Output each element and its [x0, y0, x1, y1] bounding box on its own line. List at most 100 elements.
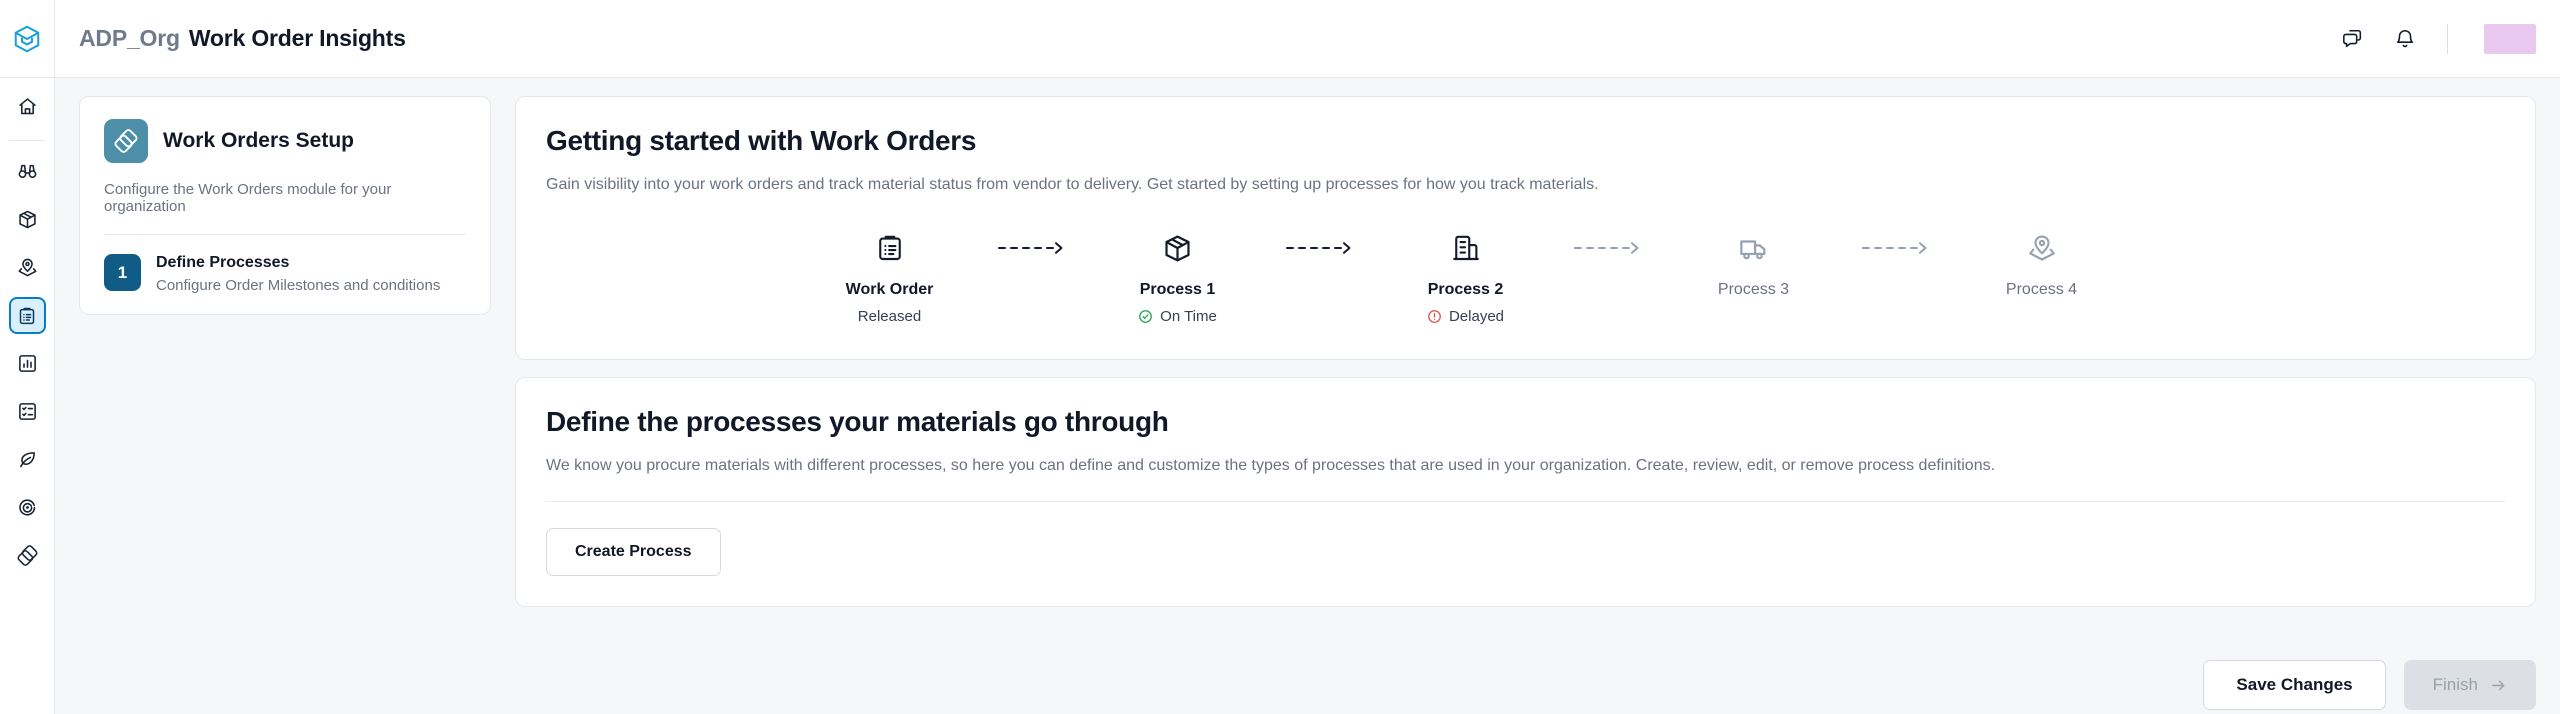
sidebar-item-work-orders[interactable]: [8, 297, 46, 334]
page-title-group: ADP_Org Work Order Insights: [55, 25, 406, 52]
flow-status-text: Released: [857, 308, 922, 325]
dashed-arrow-right-icon: [997, 242, 1062, 254]
flow-node-label: Process 3: [1717, 281, 1790, 298]
flow-node-process-4: Process 4: [1958, 227, 2126, 299]
flow-node-icon: [1162, 227, 1193, 269]
truck-icon: [1740, 239, 1766, 259]
sidebar-item-monitoring[interactable]: [9, 489, 46, 526]
header-actions: [2327, 13, 2560, 65]
page-title: Work Order Insights: [188, 25, 406, 51]
setup-card-subtitle: Configure the Work Orders module for you…: [104, 181, 466, 235]
define-processes-heading: Define the processes your materials go t…: [546, 406, 1169, 437]
finish-button-label: Finish: [2432, 675, 2478, 694]
flow-status-text: Delayed: [1448, 308, 1505, 325]
getting-started-heading: Getting started with Work Orders: [546, 125, 977, 156]
dashed-arrow-right-icon: [1285, 242, 1350, 254]
define-processes-panel: Define the processes your materials go t…: [515, 377, 2536, 607]
setup-card-icon: [104, 119, 148, 163]
brand-logo[interactable]: [0, 0, 55, 77]
bell-icon: [2396, 29, 2414, 47]
flow-node-icon: [1451, 227, 1481, 269]
factory-icon: [1452, 235, 1479, 261]
flow-node-process-3: Process 3: [1670, 227, 1838, 299]
define-processes-description: We know you procure materials with diffe…: [546, 457, 1996, 474]
task-list-icon: [18, 403, 36, 420]
sidebar-item-tracking[interactable]: [9, 249, 46, 286]
chat-bubbles-icon: [2343, 29, 2362, 47]
alert-circle-icon: [1428, 310, 1441, 323]
flow-node-icon: [1738, 227, 1769, 269]
left-nav-rail: [0, 78, 55, 714]
package-icon: [18, 210, 36, 229]
sidebar-item-modules[interactable]: [9, 537, 46, 574]
step-subtitle: Configure Order Milestones and condition…: [156, 277, 441, 294]
sidebar-item-analytics[interactable]: [9, 345, 46, 382]
bar-chart-icon: [18, 355, 36, 372]
main-content: Work Orders Setup Configure the Work Ord…: [55, 78, 2560, 714]
cube-logo-icon: [14, 25, 40, 52]
messages-button[interactable]: [2327, 13, 2379, 65]
org-name: ADP_Org: [79, 25, 180, 51]
sidebar-item-home[interactable]: [9, 88, 46, 125]
flow-node-work-order: Work Order Released: [806, 227, 974, 325]
flow-node-process-1: Process 1 On Time: [1094, 227, 1262, 325]
right-column: Getting started with Work Orders Gain vi…: [515, 96, 2536, 714]
panel-divider: [546, 501, 2505, 502]
package-icon: [1165, 235, 1190, 261]
flow-node-status: Delayed: [1427, 308, 1504, 325]
dashed-arrow-right-icon: [1861, 242, 1926, 254]
getting-started-description: Gain visibility into your work orders an…: [546, 176, 1599, 193]
setup-card-title: Work Orders Setup: [163, 129, 354, 152]
clipboard-icon: [878, 235, 901, 261]
flow-node-label: Process 2: [1427, 281, 1504, 298]
location-pin-icon: [17, 258, 37, 277]
flow-node-icon: [875, 227, 905, 269]
flow-node-label: Work Order: [845, 281, 934, 298]
finish-button[interactable]: Finish: [2403, 660, 2536, 710]
step-text-group: Define Processes Configure Order Milesto…: [156, 254, 440, 294]
sidebar-item-discover[interactable]: [9, 153, 46, 190]
setup-step-define-processes[interactable]: 1 Define Processes Configure Order Miles…: [104, 254, 466, 294]
flow-node-process-2: Process 2 Delayed: [1382, 227, 1550, 325]
step-number-badge: 1: [104, 254, 141, 291]
leaf-icon: [19, 452, 35, 468]
work-order-flow-diagram: Work Order Released Process 1 On Time Pr…: [546, 227, 2505, 325]
avatar[interactable]: [2484, 23, 2536, 54]
arrow-right-icon: [2492, 680, 2505, 690]
clipboard-icon: [19, 307, 35, 324]
binoculars-icon: [18, 164, 36, 179]
create-process-button[interactable]: Create Process: [546, 528, 721, 576]
flow-status-text: On Time: [1160, 308, 1217, 325]
footer-actions: Save Changes Finish: [515, 624, 2536, 710]
flow-node-status: On Time: [1138, 308, 1217, 325]
target-scan-icon: [18, 499, 35, 516]
location-pin-icon: [2028, 235, 2055, 261]
flow-arrow-2: [1262, 227, 1382, 269]
save-changes-button[interactable]: Save Changes: [2203, 660, 2386, 710]
flow-arrow-1: [974, 227, 1094, 269]
rail-divider: [8, 140, 46, 141]
getting-started-panel: Getting started with Work Orders Gain vi…: [515, 96, 2536, 360]
layers-diamond-icon: [114, 129, 138, 153]
flow-node-label: Process 1: [1139, 281, 1216, 298]
layers-diamond-icon: [17, 545, 37, 566]
flow-node-label: Process 4: [2005, 281, 2078, 298]
work-orders-setup-card: Work Orders Setup Configure the Work Ord…: [79, 96, 491, 315]
home-icon: [18, 98, 36, 115]
sidebar-item-tasks[interactable]: [9, 393, 46, 430]
flow-arrow-4: [1838, 227, 1958, 269]
flow-node-icon: [2027, 227, 2057, 269]
notifications-button[interactable]: [2379, 13, 2431, 65]
flow-node-status: Released: [858, 308, 921, 325]
top-header-bar: ADP_Org Work Order Insights: [0, 0, 2560, 78]
setup-card-header: Work Orders Setup: [104, 119, 466, 163]
sidebar-item-materials[interactable]: [9, 201, 46, 238]
sidebar-item-sustainability[interactable]: [9, 441, 46, 478]
body-row: Work Orders Setup Configure the Work Ord…: [0, 78, 2560, 714]
app-root: ADP_Org Work Order Insights Work Orders …: [0, 0, 2560, 714]
step-title: Define Processes: [156, 254, 290, 271]
check-circle-icon: [1139, 310, 1153, 323]
flow-arrow-3: [1550, 227, 1670, 269]
dashed-arrow-right-icon: [1573, 242, 1638, 254]
header-divider: [2447, 23, 2448, 54]
